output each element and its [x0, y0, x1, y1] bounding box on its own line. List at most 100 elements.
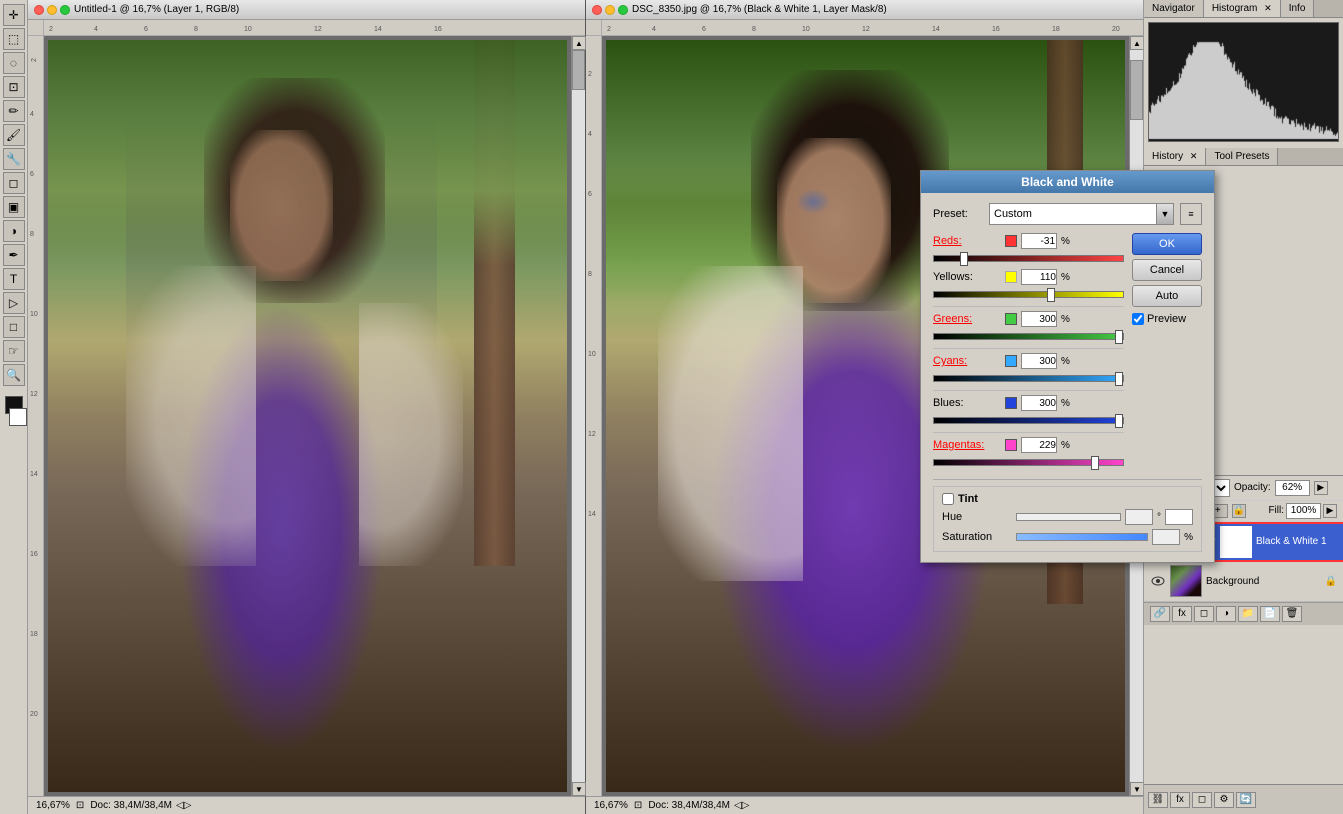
layer-item-bg[interactable]: Background 🔒 — [1144, 562, 1343, 602]
svg-text:18: 18 — [30, 631, 38, 638]
reds-thumb[interactable] — [960, 252, 968, 266]
fill-label: Fill: — [1268, 505, 1284, 516]
layer-adjustment-btn[interactable]: ◑ — [1216, 606, 1236, 622]
cyans-value-input[interactable] — [1021, 353, 1057, 369]
lock-all[interactable]: 🔒 — [1232, 504, 1246, 518]
layer-link-btn[interactable]: 🔗 — [1150, 606, 1170, 622]
scroll-thumb-2[interactable] — [1130, 60, 1143, 120]
close-history[interactable]: ✕ — [1190, 151, 1198, 161]
greens-value-input[interactable] — [1021, 311, 1057, 327]
min-btn-2[interactable] — [605, 5, 615, 15]
doc-title-1: Untitled-1 @ 16,7% (Layer 1, RGB/8) — [74, 4, 239, 15]
layer-fx-btn[interactable]: fx — [1172, 606, 1192, 622]
scroll-down-2[interactable]: ▼ — [1130, 782, 1143, 796]
yellows-thumb[interactable] — [1047, 288, 1055, 302]
tool-clone[interactable]: 🔧 — [3, 148, 25, 170]
slider-group-blues: Blues: % — [933, 395, 1124, 428]
tool-path[interactable]: ▷ — [3, 292, 25, 314]
fill-input[interactable] — [1286, 503, 1321, 519]
cancel-button[interactable]: Cancel — [1132, 259, 1202, 281]
close-btn-2[interactable] — [592, 5, 602, 15]
max-btn-2[interactable] — [618, 5, 628, 15]
magentas-thumb[interactable] — [1091, 456, 1099, 470]
tool-hand[interactable]: ☞ — [3, 340, 25, 362]
preview-row: Preview — [1132, 313, 1202, 325]
scroll-down-1[interactable]: ▼ — [572, 782, 586, 796]
magentas-value-input[interactable] — [1021, 437, 1057, 453]
tool-eraser[interactable]: ◻ — [3, 172, 25, 194]
fill-arrow[interactable]: ▶ — [1323, 504, 1337, 518]
tool-brush[interactable]: 🖌 — [3, 124, 25, 146]
tool-lasso[interactable]: ◌ — [3, 52, 25, 74]
ok-button[interactable]: OK — [1132, 233, 1202, 255]
preset-value[interactable]: Custom — [989, 203, 1156, 225]
tab-info[interactable]: Info — [1281, 0, 1315, 17]
bottom-btn-1[interactable]: ⛓ — [1148, 792, 1168, 808]
bottom-btn-5[interactable]: 🔄 — [1236, 792, 1256, 808]
doc-titlebar-1: Untitled-1 @ 16,7% (Layer 1, RGB/8) — [28, 0, 585, 20]
tool-crop[interactable]: ⊡ — [3, 76, 25, 98]
yellows-slider-wrap — [933, 286, 1124, 302]
tool-dodge[interactable]: ◑ — [3, 220, 25, 242]
close-btn-1[interactable] — [34, 5, 44, 15]
opacity-arrow[interactable]: ▶ — [1314, 481, 1328, 495]
bottom-btn-2[interactable]: fx — [1170, 792, 1190, 808]
preset-menu-button[interactable]: ≡ — [1180, 203, 1202, 225]
background-color[interactable] — [9, 408, 27, 426]
tool-gradient[interactable]: ▣ — [3, 196, 25, 218]
magentas-label[interactable]: Magentas: — [933, 439, 1001, 451]
scroll-h-1[interactable]: ◁▷ — [176, 800, 191, 811]
tab-tool-presets[interactable]: Tool Presets — [1206, 148, 1278, 165]
tool-pen[interactable]: ✒ — [3, 244, 25, 266]
auto-button[interactable]: Auto — [1132, 285, 1202, 307]
cyans-label[interactable]: Cyans: — [933, 355, 1001, 367]
scroll-up-2[interactable]: ▲ — [1130, 36, 1143, 50]
svg-text:16: 16 — [434, 26, 442, 33]
layer-bottom-buttons: 🔗 fx ◻ ◑ 📁 📄 🗑 — [1144, 602, 1343, 625]
svg-text:12: 12 — [862, 26, 870, 33]
slider-group-greens: Greens: % — [933, 311, 1124, 344]
preview-checkbox[interactable] — [1132, 313, 1144, 325]
canvas-1 — [44, 36, 571, 796]
greens-thumb[interactable] — [1115, 330, 1123, 344]
scroll-thumb-1[interactable] — [572, 50, 585, 90]
tab-history[interactable]: History ✕ — [1144, 148, 1206, 165]
reds-label[interactable]: Reds: — [933, 235, 1001, 247]
layer-group-btn[interactable]: 📁 — [1238, 606, 1258, 622]
tool-type[interactable]: T — [3, 268, 25, 290]
tool-eyedropper[interactable]: ✏ — [3, 100, 25, 122]
status-icon-2[interactable]: ⊡ — [634, 800, 642, 811]
close-histogram[interactable]: ✕ — [1264, 3, 1272, 13]
tool-shape[interactable]: □ — [3, 316, 25, 338]
yellows-value-input[interactable] — [1021, 269, 1057, 285]
tool-move[interactable]: ✛ — [3, 4, 25, 26]
lock-position[interactable]: + — [1214, 504, 1228, 518]
reds-value-input[interactable] — [1021, 233, 1057, 249]
max-btn-1[interactable] — [60, 5, 70, 15]
tab-histogram[interactable]: Histogram ✕ — [1204, 0, 1281, 17]
layer-new-btn[interactable]: 📄 — [1260, 606, 1280, 622]
blues-value-input[interactable] — [1021, 395, 1057, 411]
scroll-h-2[interactable]: ◁▷ — [734, 800, 749, 811]
saturation-percent: % — [1184, 532, 1193, 543]
svg-text:2: 2 — [49, 26, 53, 33]
layer-mask-btn[interactable]: ◻ — [1194, 606, 1214, 622]
cyans-thumb[interactable] — [1115, 372, 1123, 386]
scroll-up-1[interactable]: ▲ — [572, 36, 586, 50]
min-btn-1[interactable] — [47, 5, 57, 15]
layer-delete-btn[interactable]: 🗑 — [1282, 606, 1302, 622]
eye-icon-bg[interactable] — [1150, 573, 1166, 589]
tool-select[interactable]: ⬚ — [3, 28, 25, 50]
tool-zoom[interactable]: 🔍 — [3, 364, 25, 386]
blues-thumb[interactable] — [1115, 414, 1123, 428]
bottom-btn-4[interactable]: ⚙ — [1214, 792, 1234, 808]
tint-checkbox[interactable] — [942, 493, 954, 505]
greens-label[interactable]: Greens: — [933, 313, 1001, 325]
opacity-input[interactable] — [1275, 480, 1310, 496]
tab-navigator[interactable]: Navigator — [1144, 0, 1204, 17]
status-icon-1[interactable]: ⊡ — [76, 800, 84, 811]
cyans-track — [933, 375, 1124, 382]
scrollbar-v-1[interactable]: ▲ ▼ — [571, 36, 585, 796]
bottom-btn-3[interactable]: ◻ — [1192, 792, 1212, 808]
preset-dropdown-arrow[interactable]: ▼ — [1156, 203, 1174, 225]
